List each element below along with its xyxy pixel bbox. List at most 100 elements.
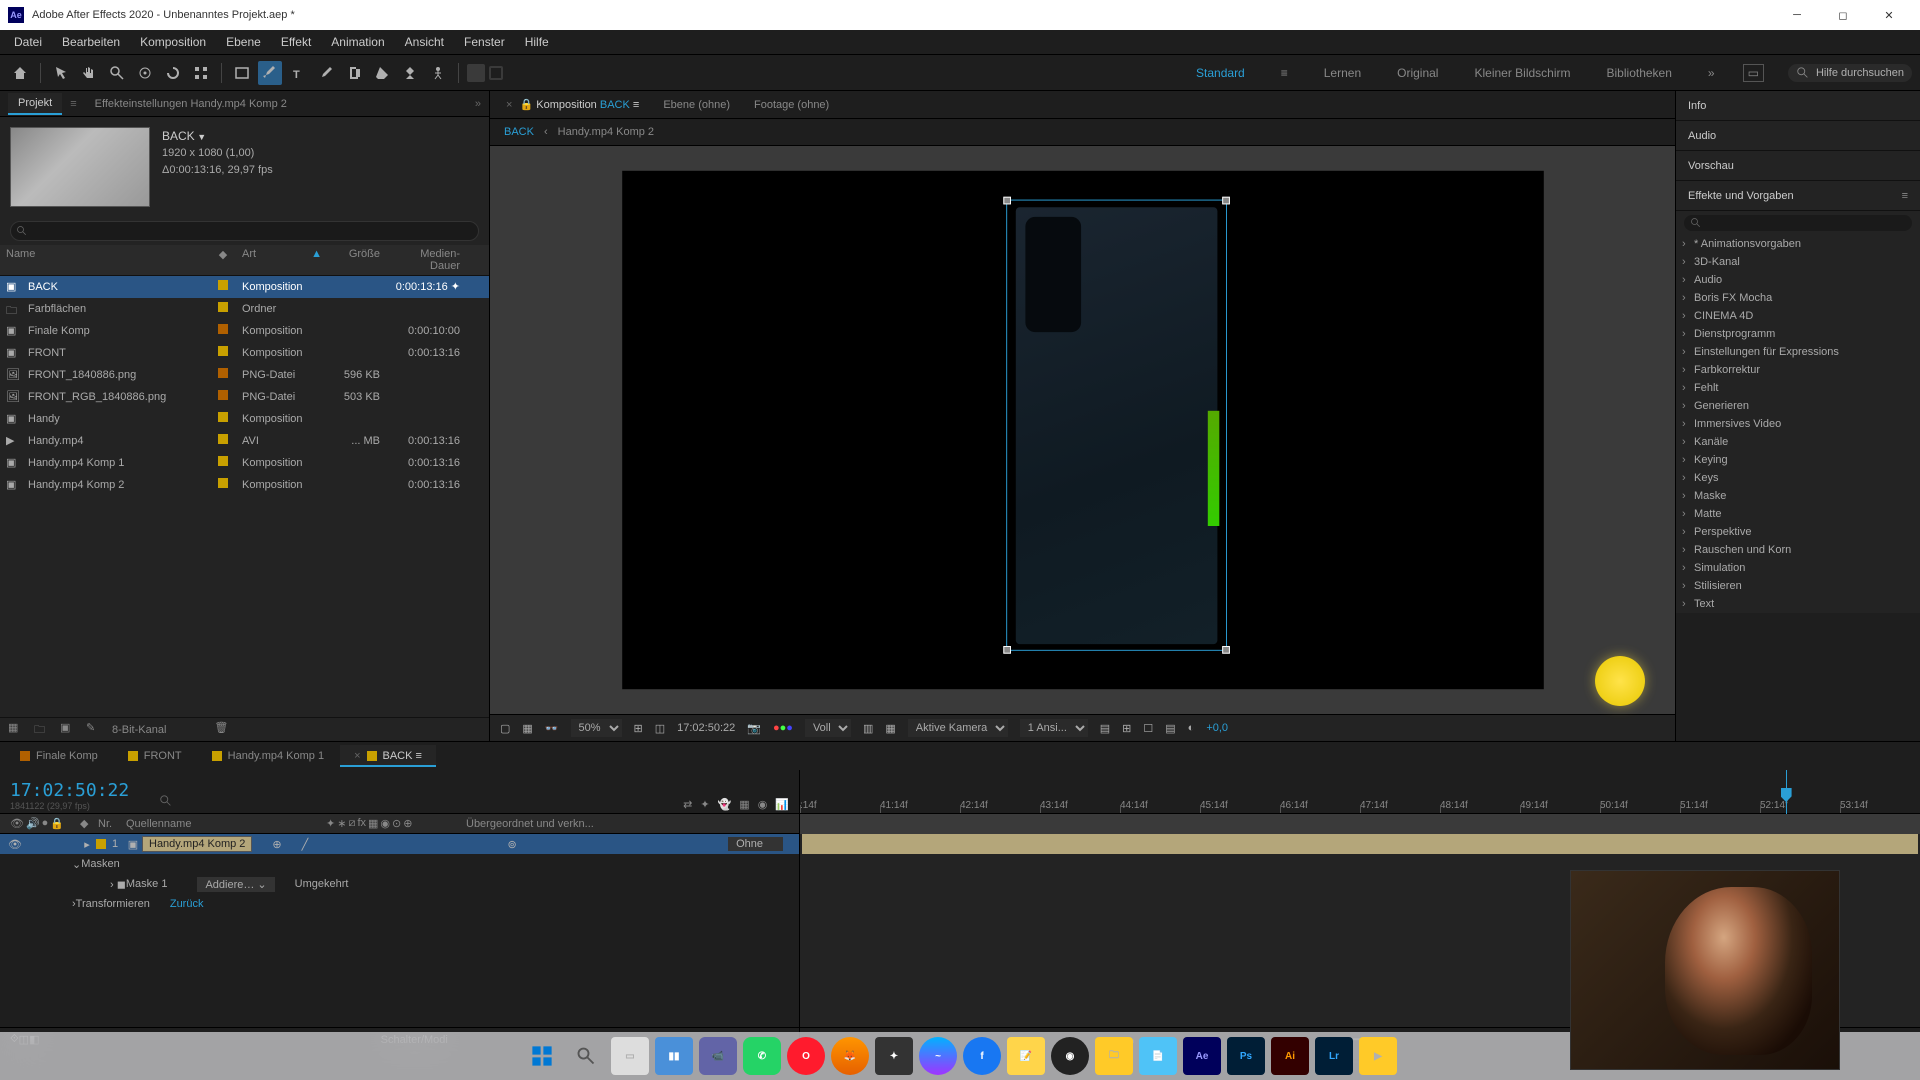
roto-tool[interactable] — [398, 61, 422, 85]
breadcrumb-back[interactable]: BACK — [504, 126, 534, 138]
transform-reset[interactable]: Zurück — [170, 898, 204, 910]
menu-effekt[interactable]: Effekt — [271, 31, 321, 53]
parent-dropdown[interactable]: Ohne — [728, 837, 783, 851]
trash-icon[interactable]: 🗑 — [214, 721, 232, 739]
shape-fill[interactable] — [467, 64, 485, 82]
preview-panel-header[interactable]: Vorschau — [1676, 151, 1920, 181]
reset-exposure-icon[interactable]: ◐ — [1188, 722, 1195, 734]
project-search[interactable] — [0, 217, 489, 245]
workspace-original[interactable]: Original — [1389, 62, 1446, 84]
effects-category[interactable]: Keys — [1676, 469, 1920, 487]
minimize-button[interactable]: ─ — [1774, 0, 1820, 30]
project-tab[interactable]: Projekt — [8, 93, 62, 115]
resolution-dropdown[interactable]: Voll — [805, 719, 851, 737]
effects-category[interactable]: Perspektive — [1676, 523, 1920, 541]
layer-bar[interactable] — [802, 834, 1918, 854]
rotate-tool[interactable] — [161, 61, 185, 85]
timeline-timecode[interactable]: 17:02:50:22 — [10, 780, 129, 801]
close-tab-icon[interactable]: × — [506, 99, 512, 111]
home-icon[interactable] — [8, 61, 32, 85]
project-item-row[interactable]: ▶Handy.mp4AVI... MB0:00:13:16 — [0, 430, 489, 452]
lock-icon[interactable]: 🔒 — [520, 99, 534, 111]
fast-preview-icon[interactable]: ▥ — [863, 722, 873, 735]
firefox-icon[interactable]: 🦊 — [831, 1037, 869, 1075]
masks-group[interactable]: ⌄ Masken — [0, 854, 799, 874]
ruler-icon[interactable]: ▤ — [1165, 722, 1175, 735]
project-item-row[interactable]: ▣Handy.mp4 Komp 2Komposition0:00:13:16 — [0, 474, 489, 496]
comp-tab-ebene[interactable]: Ebene (ohne) — [653, 95, 740, 115]
lr-taskbar-icon[interactable]: Lr — [1315, 1037, 1353, 1075]
workspace-overflow-icon[interactable]: » — [1700, 62, 1723, 84]
effects-search[interactable] — [1676, 211, 1920, 235]
mask-handle[interactable] — [1003, 197, 1011, 205]
whatsapp-icon[interactable]: ✆ — [743, 1037, 781, 1075]
exposure-value[interactable]: +0,0 — [1206, 722, 1228, 734]
workspace-lernen[interactable]: Lernen — [1316, 62, 1369, 84]
draft3d-icon[interactable]: ✦ — [700, 798, 709, 811]
layer-switch[interactable]: ╱ — [302, 838, 309, 851]
effects-category[interactable]: Keying — [1676, 451, 1920, 469]
folder-icon[interactable]: 🗀 — [1095, 1037, 1133, 1075]
hand-tool[interactable] — [77, 61, 101, 85]
effects-category[interactable]: * Animationsvorgaben — [1676, 235, 1920, 253]
effects-category[interactable]: Generieren — [1676, 397, 1920, 415]
anchor-tool[interactable] — [189, 61, 213, 85]
3d-view-icon[interactable]: ▦ — [885, 722, 895, 735]
effects-category[interactable]: Fehlt — [1676, 379, 1920, 397]
start-button[interactable] — [523, 1037, 561, 1075]
timeline-tab[interactable]: FRONT — [114, 745, 196, 767]
bpc-toggle[interactable]: 8-Bit-Kanal — [112, 724, 166, 736]
timeline-tab[interactable]: × BACK ≡ — [340, 745, 436, 767]
mask-visibility-icon[interactable]: 👓 — [545, 722, 559, 735]
effects-panel-header[interactable]: Effekte und Vorgaben≡ — [1676, 181, 1920, 211]
effects-category[interactable]: CINEMA 4D — [1676, 307, 1920, 325]
effects-category[interactable]: Audio — [1676, 271, 1920, 289]
interpret-footage-icon[interactable]: ▦ — [8, 721, 26, 739]
maximize-button[interactable]: ◻ — [1820, 0, 1866, 30]
mail-icon[interactable]: ▶ — [1359, 1037, 1397, 1075]
timeline-tab[interactable]: Finale Komp — [6, 745, 112, 767]
opera-icon[interactable]: O — [787, 1037, 825, 1075]
menu-hilfe[interactable]: Hilfe — [515, 31, 559, 53]
explorer-icon[interactable]: ▮▮ — [655, 1037, 693, 1075]
pixel-aspect-icon[interactable]: ▤ — [1100, 722, 1110, 735]
preview-title[interactable]: BACK — [162, 127, 273, 145]
comp-flowchart-icon[interactable]: ⇄ — [683, 798, 692, 811]
menu-animation[interactable]: Animation — [321, 31, 394, 53]
workspace-standard[interactable]: Standard — [1188, 62, 1253, 84]
effects-category[interactable]: Einstellungen für Expressions — [1676, 343, 1920, 361]
new-comp-icon[interactable]: ▣ — [60, 721, 78, 739]
effects-category[interactable]: Boris FX Mocha — [1676, 289, 1920, 307]
menu-fenster[interactable]: Fenster — [454, 31, 515, 53]
effects-category[interactable]: Immersives Video — [1676, 415, 1920, 433]
notepad-icon[interactable]: 📄 — [1139, 1037, 1177, 1075]
lock-col-icon[interactable]: 🔒 — [50, 817, 64, 830]
col-type[interactable]: Art ▲ — [236, 245, 326, 275]
always-preview-icon[interactable]: ▢ — [500, 722, 510, 735]
menu-ebene[interactable]: Ebene — [216, 31, 271, 53]
eraser-tool[interactable] — [370, 61, 394, 85]
grid-icon[interactable]: ⊞ — [1122, 722, 1131, 735]
mask-outline[interactable] — [1006, 200, 1227, 651]
mask-inverted-label[interactable]: Umgekehrt — [295, 878, 349, 890]
effects-category[interactable]: Text — [1676, 595, 1920, 613]
pen-tool[interactable] — [258, 61, 282, 85]
shy-icon[interactable]: 👻 — [718, 798, 732, 811]
mask-mode-dropdown[interactable]: Addiere… ⌄ — [197, 877, 274, 892]
frame-blend-icon[interactable]: ▦ — [739, 798, 749, 811]
channel-icon[interactable]: ●●● — [773, 722, 793, 734]
project-item-row[interactable]: 🖼FRONT_RGB_1840886.pngPNG-Datei503 KB — [0, 386, 489, 408]
zoom-dropdown[interactable]: 50% — [571, 719, 622, 737]
comp-tab-komposition[interactable]: × 🔒 Komposition BACK ≡ — [496, 94, 649, 115]
orbit-tool[interactable] — [133, 61, 157, 85]
snapshot-icon[interactable]: 📷 — [747, 722, 761, 735]
workspace-reset-icon[interactable]: ▭ — [1743, 64, 1764, 82]
timeline-search-icon[interactable] — [159, 794, 173, 811]
puppet-tool[interactable] — [426, 61, 450, 85]
mask-handle[interactable] — [1222, 197, 1230, 205]
mask-handle[interactable] — [1003, 646, 1011, 654]
comp-tab-footage[interactable]: Footage (ohne) — [744, 95, 839, 115]
effects-category[interactable]: Rauschen und Korn — [1676, 541, 1920, 559]
views-dropdown[interactable]: 1 Ansi... — [1020, 719, 1088, 737]
effects-category[interactable]: Kanäle — [1676, 433, 1920, 451]
